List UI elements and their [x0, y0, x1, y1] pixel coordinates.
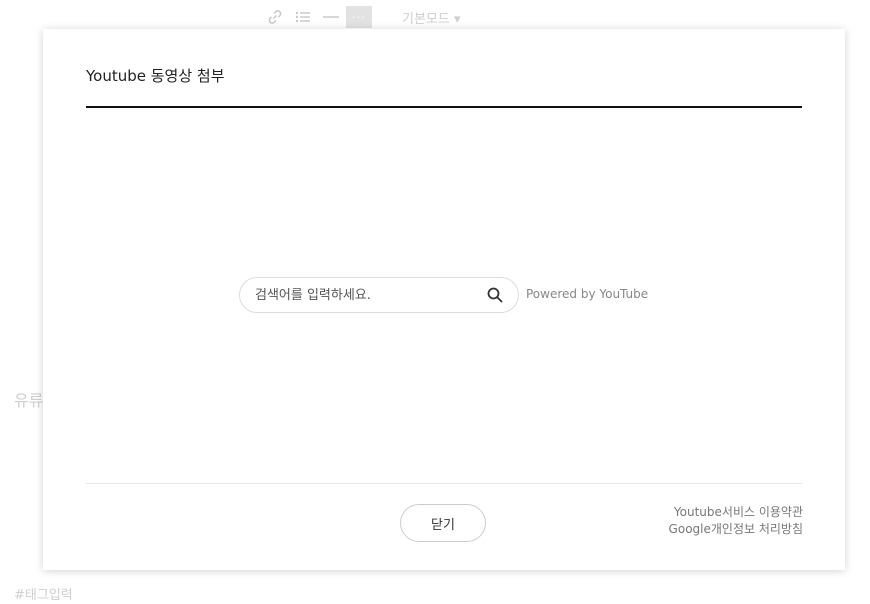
- link-icon[interactable]: [262, 6, 288, 28]
- search-icon[interactable]: [486, 286, 504, 304]
- editor-toolbar: ··· 기본모드 ▾: [262, 6, 461, 28]
- youtube-attach-modal: Youtube 동영상 첨부 Powered by YouTube 닫기 You…: [43, 29, 845, 570]
- tag-input[interactable]: #태그입력: [14, 584, 73, 603]
- youtube-search-box: [239, 277, 519, 313]
- google-privacy-link[interactable]: Google개인정보 처리방침: [669, 521, 803, 538]
- close-button[interactable]: 닫기: [400, 504, 486, 542]
- title-divider: [86, 106, 802, 108]
- footer-divider: [86, 483, 802, 484]
- powered-by-youtube: Powered by YouTube: [526, 287, 649, 301]
- modal-title: Youtube 동영상 첨부: [86, 67, 225, 85]
- search-input[interactable]: [255, 287, 475, 303]
- background-text: 유류: [14, 391, 44, 410]
- youtube-terms-link[interactable]: Youtube서비스 이용약관: [669, 504, 803, 521]
- editor-mode-select[interactable]: 기본모드 ▾: [402, 8, 461, 27]
- terms-links: Youtube서비스 이용약관 Google개인정보 처리방침: [669, 504, 803, 538]
- more-button[interactable]: ···: [346, 6, 372, 28]
- horizontal-rule-icon[interactable]: [318, 6, 344, 28]
- bullet-list-icon[interactable]: [290, 6, 316, 28]
